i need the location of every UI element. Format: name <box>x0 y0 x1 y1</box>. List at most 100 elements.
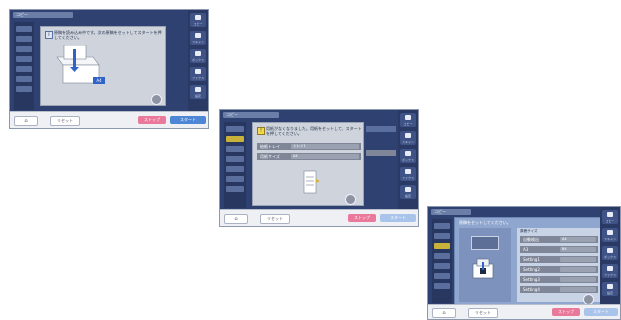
dialog-ok-button[interactable] <box>345 194 356 205</box>
function-item[interactable] <box>434 283 450 289</box>
function-item[interactable] <box>16 36 32 42</box>
stop-button[interactable]: ストップ <box>348 214 376 222</box>
side-fax-button[interactable]: ファクス <box>190 67 206 81</box>
side-copy-button[interactable]: コピー <box>400 113 416 127</box>
paper-dialog: ! 用紙がなくなりました。用紙をセットして、スタートを押してください。 給紙トレ… <box>252 122 364 206</box>
original-preview <box>471 236 499 250</box>
setting-row[interactable]: A3 B4 <box>520 246 598 253</box>
title-label: コピー <box>226 112 238 117</box>
function-item[interactable] <box>16 66 32 72</box>
home-button[interactable]: ⌂ <box>224 214 248 224</box>
panel-title: 原稿サイズ <box>520 229 538 233</box>
start-button[interactable]: スタート <box>380 214 416 222</box>
side-settings-button[interactable]: 設定 <box>400 185 416 199</box>
side-fax-button[interactable]: ファクス <box>602 264 618 278</box>
paper-tray-illustration <box>303 170 320 194</box>
side-scan-button[interactable]: スキャン <box>400 131 416 145</box>
side-box-button[interactable]: ボックス <box>602 246 618 260</box>
warning-icon: ! <box>257 127 265 135</box>
fax-icon <box>405 169 411 174</box>
side-menu: コピー スキャン ボックス ファクス 設定 <box>398 110 418 212</box>
main-area: コピー ! 用紙がなくなりました。用紙をセットして、スタートを押してください。 … <box>220 110 418 212</box>
left-panel <box>459 228 511 302</box>
title-bar: コピー <box>13 12 73 18</box>
start-button[interactable]: スタート <box>170 116 206 124</box>
side-fax-button[interactable]: ファクス <box>400 167 416 181</box>
function-item[interactable] <box>16 76 32 82</box>
side-copy-button[interactable]: コピー <box>602 210 618 224</box>
setting-row[interactable]: Setting3 <box>520 276 598 283</box>
start-button[interactable]: スタート <box>584 308 618 316</box>
function-item[interactable] <box>226 136 244 142</box>
function-item[interactable] <box>226 166 244 172</box>
function-item[interactable] <box>226 186 244 192</box>
side-menu: コピー スキャン ボックス ファクス 設定 <box>600 207 620 307</box>
tray-row: 給紙トレイ トレイ1 <box>257 143 361 150</box>
function-item[interactable] <box>226 156 244 162</box>
home-button[interactable]: ⌂ <box>432 308 456 318</box>
fax-icon <box>607 266 613 271</box>
stop-button[interactable]: ストップ <box>552 308 580 316</box>
function-item[interactable] <box>434 273 450 279</box>
side-copy-button[interactable]: コピー <box>190 13 206 27</box>
function-list <box>14 22 34 110</box>
function-item[interactable] <box>226 176 244 182</box>
side-box-button[interactable]: ボックス <box>190 49 206 63</box>
side-scan-button[interactable]: スキャン <box>190 31 206 45</box>
reset-button[interactable]: リセット <box>50 116 80 126</box>
function-item[interactable] <box>226 146 244 152</box>
setting-row[interactable]: Setting2 <box>520 266 598 273</box>
side-box-button[interactable]: ボックス <box>400 149 416 163</box>
reset-button[interactable]: リセット <box>468 308 498 318</box>
setting-row[interactable]: 自動検出 A4 <box>520 236 598 243</box>
side-settings-button[interactable]: 設定 <box>602 282 618 296</box>
tray-value: トレイ1 <box>291 144 359 149</box>
scan-dialog: i 原稿を読み込み中です。次の原稿をセットしてスタートを押してください。 A4 <box>40 26 166 106</box>
function-item[interactable] <box>16 56 32 62</box>
copy-icon <box>405 115 411 120</box>
side-scan-button[interactable]: スキャン <box>602 228 618 242</box>
function-item[interactable] <box>16 46 32 52</box>
function-item[interactable] <box>16 86 32 92</box>
scan-icon <box>607 230 613 235</box>
function-item[interactable] <box>226 126 244 132</box>
dialog-ok-button[interactable] <box>151 94 162 105</box>
function-item[interactable] <box>434 243 450 249</box>
setting-row[interactable]: Setting4 <box>520 286 598 293</box>
function-item[interactable] <box>434 233 450 239</box>
function-list <box>224 122 246 208</box>
info-icon: i <box>45 31 53 39</box>
original-dialog: 原稿をセットしてください。 原稿サイズ 自動検出 A4 A3 B4 Setting1… <box>454 217 604 305</box>
box-icon <box>195 51 201 56</box>
size-row: 用紙サイズ A4 <box>257 153 361 160</box>
screen-3: コピー 原稿をセットしてください。 原稿サイズ 自動検出 A4 A3 B4 Se… <box>427 206 621 320</box>
dialog-message: 用紙がなくなりました。用紙をセットして、スタートを押してください。 <box>266 126 362 136</box>
home-button[interactable]: ⌂ <box>14 116 38 126</box>
function-list <box>432 219 452 303</box>
screen-1: コピー i 原稿を読み込み中です。次の原稿をセットしてスタートを押してください。… <box>9 9 209 129</box>
title-bar: コピー <box>431 209 471 215</box>
dialog-message: 原稿をセットしてください。 <box>459 220 511 225</box>
title-label: コピー <box>434 209 446 214</box>
gear-icon <box>195 87 201 92</box>
side-settings-button[interactable]: 設定 <box>190 85 206 99</box>
title-bar: コピー <box>223 112 279 118</box>
copy-icon <box>195 15 201 20</box>
function-item[interactable] <box>434 253 450 259</box>
right-panel: 原稿サイズ 自動検出 A4 A3 B4 Setting1 Setting2 Sett… <box>517 228 601 302</box>
scanner-illustration <box>472 258 494 279</box>
function-item[interactable] <box>434 223 450 229</box>
bottom-bar: ⌂ リセット ストップ スタート <box>428 304 620 319</box>
scan-icon <box>195 33 201 38</box>
stop-button[interactable]: ストップ <box>138 116 166 124</box>
copy-icon <box>607 212 613 217</box>
gear-icon <box>405 187 411 192</box>
setting-row[interactable]: Setting1 <box>520 256 598 263</box>
dialog-message: 原稿を読み込み中です。次の原稿をセットしてスタートを押してください。 <box>54 30 162 40</box>
function-item[interactable] <box>434 263 450 269</box>
reset-button[interactable]: リセット <box>260 214 290 224</box>
main-area: コピー 原稿をセットしてください。 原稿サイズ 自動検出 A4 A3 B4 Se… <box>428 207 620 307</box>
function-item[interactable] <box>16 26 32 32</box>
title-label: コピー <box>16 12 28 17</box>
side-menu: コピー スキャン ボックス ファクス 設定 <box>188 10 208 114</box>
